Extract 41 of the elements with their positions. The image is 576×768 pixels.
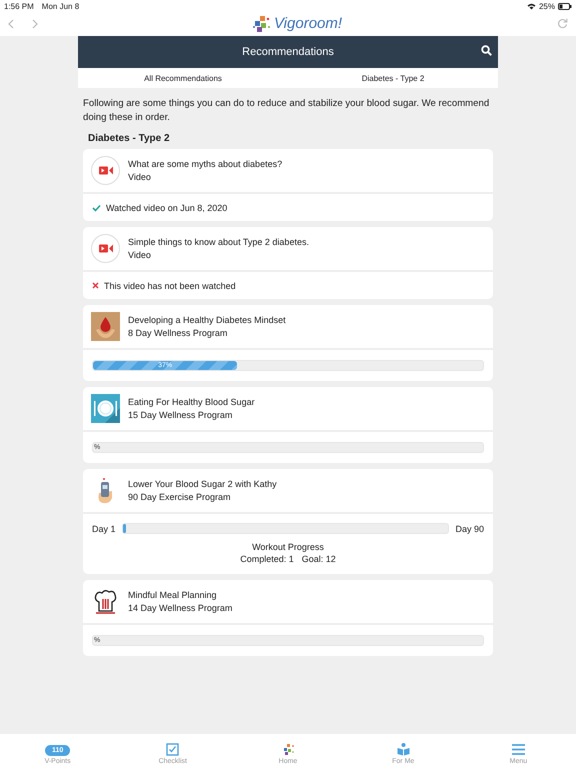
search-icon[interactable] xyxy=(481,45,492,56)
watch-status: This video has not been watched xyxy=(104,280,236,290)
book-reader-icon xyxy=(396,743,410,756)
camera-icon xyxy=(98,244,112,253)
card-title: Lower Your Blood Sugar 2 with Kathy xyxy=(128,479,277,489)
battery-icon xyxy=(558,3,572,10)
status-time: 1:56 PM xyxy=(4,2,34,11)
home-logo-icon xyxy=(282,743,294,756)
card-title: Mindful Meal Planning xyxy=(128,590,218,600)
back-icon[interactable] xyxy=(8,18,14,28)
watch-status: Watched video on Jun 8, 2020 xyxy=(106,202,228,212)
card-subtitle: 90 Day Exercise Program xyxy=(128,492,232,502)
section-title: Diabetes - Type 2 xyxy=(88,133,171,144)
card-subtitle: 8 Day Wellness Program xyxy=(128,328,228,338)
card-subtitle: 15 Day Wellness Program xyxy=(128,410,234,420)
header-title: Recommendations xyxy=(242,46,334,58)
progress-title: Workout Progress xyxy=(251,542,325,552)
intro-text: Following are some things you can do to reduce and stabilize your blood sugar. We recommend doing these in order. xyxy=(83,97,490,125)
day-start: Day 1 xyxy=(92,524,116,534)
checklist-icon xyxy=(166,743,180,756)
logo-icon xyxy=(252,14,271,32)
card-subtitle: Video xyxy=(128,172,152,182)
completed-count: Completed: 1 xyxy=(240,554,294,564)
card-subtitle: 14 Day Wellness Program xyxy=(128,603,232,613)
day-end: Day 90 xyxy=(455,524,484,534)
wifi-icon xyxy=(526,3,536,10)
card-title: Eating For Healthy Blood Sugar xyxy=(128,397,255,407)
status-date: Mon Jun 8 xyxy=(42,2,80,11)
camera-icon xyxy=(98,166,112,175)
card-title: What are some myths about diabetes? xyxy=(128,159,282,169)
reload-icon[interactable] xyxy=(557,18,568,29)
goal-count: Goal: 12 xyxy=(302,554,336,564)
forward-icon[interactable] xyxy=(32,18,38,28)
card-subtitle: Video xyxy=(128,250,152,260)
logo-text: Vigoroom! xyxy=(274,15,342,32)
plate-icon xyxy=(91,394,120,423)
battery-percent: 25% xyxy=(538,2,555,11)
card-title: Simple things to know about Type 2 diabetes. xyxy=(128,237,309,247)
menu-icon xyxy=(512,743,525,756)
blood-drop-icon xyxy=(91,312,120,341)
card-title: Developing a Healthy Diabetes Mindset xyxy=(128,315,286,325)
